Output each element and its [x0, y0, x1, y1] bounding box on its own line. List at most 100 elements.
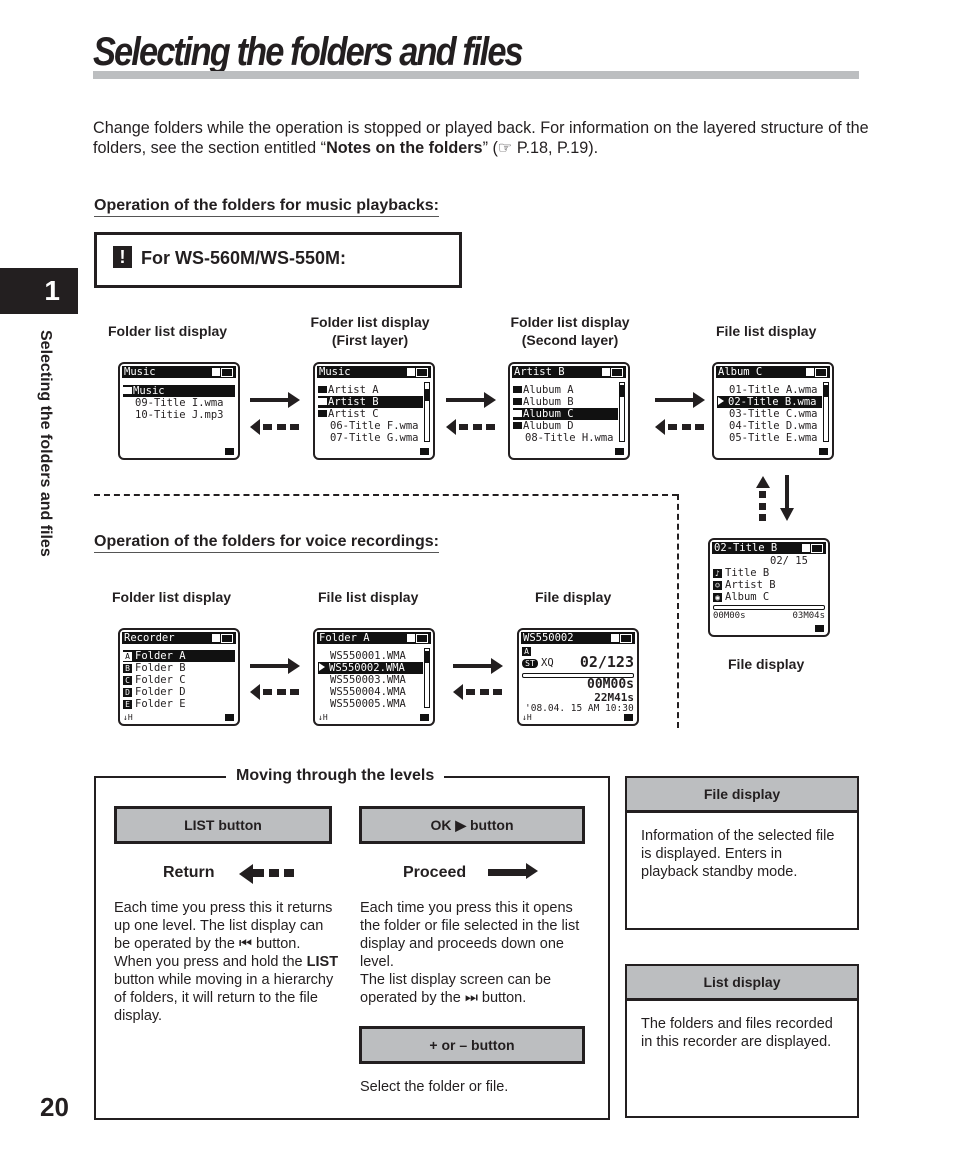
folder-icon [513, 398, 522, 405]
lcd-row[interactable]: 09-Title I.wma [123, 397, 228, 409]
music-note-icon: ♪ [713, 569, 722, 578]
lcd-row[interactable]: WS550004.WMA [318, 686, 423, 698]
caption-voice-file-display: File display [535, 589, 612, 605]
folder-icon [318, 410, 327, 417]
artist-icon: ☺ [713, 581, 722, 590]
lcd-row[interactable]: A Folder A [123, 650, 235, 662]
stop-icon [407, 634, 415, 642]
intro-page-ref: ” (☞ P.18, P.19). [482, 139, 599, 157]
lcd-row[interactable]: D Folder D [123, 686, 228, 698]
folder-icon [318, 386, 327, 393]
folder-status-icon [815, 625, 824, 632]
return-description: Each time you press this it returns up o… [114, 900, 339, 1024]
plus-minus-button-label: + or – button [359, 1026, 585, 1064]
record-quality: XQ [541, 657, 554, 669]
proceed-description: Each time you press this it opens the fo… [360, 900, 580, 1006]
return-arrow-icon [250, 684, 299, 700]
lcd-voice-folder-list: Recorder A Folder A B Folder B C Folder C D… [118, 628, 240, 726]
lcd-row[interactable]: Alubum D [513, 420, 618, 432]
battery-icon [815, 368, 827, 377]
list-display-box: List display The folders and files recor… [625, 964, 859, 1118]
battery-icon [611, 368, 623, 377]
lcd-row[interactable]: WS550002.WMA [318, 662, 423, 674]
lcd-row[interactable]: Artist B [318, 396, 423, 408]
lcd-row[interactable]: 03-Title C.wma [717, 408, 822, 420]
model-note-box: ! For WS-560M/WS-550M: [94, 232, 462, 288]
list-display-box-title: List display [627, 966, 857, 1001]
scrollbar[interactable] [619, 382, 625, 442]
stop-icon [407, 368, 415, 376]
lcd-row[interactable]: Alubum B [513, 396, 618, 408]
down-arrow-icon [785, 475, 789, 510]
lcd-row[interactable]: Alubum A [513, 384, 618, 396]
battery-icon [416, 368, 428, 377]
folder-letter-icon: A [123, 652, 132, 661]
intro-link-notes[interactable]: Notes on the folders [326, 139, 483, 157]
mic-sensitivity-icon: ↓H [123, 713, 133, 722]
battery-icon [221, 368, 233, 377]
lcd-row[interactable]: E Folder E [123, 698, 228, 710]
folder-icon [513, 386, 522, 393]
model-label: For WS-560M/WS-550M: [141, 248, 347, 268]
intro-paragraph: Change folders while the operation is st… [93, 118, 873, 158]
lcd-header-text: 02-Title B [714, 542, 778, 554]
lcd-album-row: ◉ Album C [713, 591, 818, 603]
lcd-row[interactable]: Artist C [318, 408, 423, 420]
lcd-header-text: Recorder [124, 632, 175, 644]
music-section-heading: Operation of the folders for music playb… [94, 197, 439, 217]
return-arrow-icon [239, 864, 295, 884]
lcd-row[interactable]: WS550001.WMA [318, 650, 423, 662]
return-arrow-icon [250, 419, 299, 435]
lcd-row[interactable]: 08-Title H.wma [513, 432, 618, 444]
file-display-box-text: Information of the selected file is disp… [641, 828, 835, 880]
lcd-row[interactable]: C Folder C [123, 674, 228, 686]
lcd-row[interactable]: WS550003.WMA [318, 674, 423, 686]
lcd-row[interactable]: 01-Title A.wma [717, 384, 822, 396]
folder-status-icon [420, 448, 429, 455]
album-icon: ◉ [713, 593, 722, 602]
lcd-title-row: ♪ Title B [713, 567, 818, 579]
scrollbar[interactable] [823, 382, 829, 442]
lcd-row[interactable]: 02-Title B.wma [717, 396, 822, 408]
skip-forward-icon: ⏭ [464, 990, 478, 1006]
folder-letter-icon: D [123, 688, 132, 697]
stop-icon [602, 368, 610, 376]
lcd-row[interactable]: 10-Titie J.mp3 [123, 409, 228, 421]
lcd-row[interactable]: Music [123, 385, 235, 397]
title-underline [93, 71, 859, 79]
lcd-row[interactable]: WS550005.WMA [318, 698, 423, 710]
caption-voice-folder-list: Folder list display [112, 589, 232, 605]
proceed-arrow-icon [488, 863, 538, 879]
record-date: '08.04. 15 AM 10:30 [525, 703, 634, 714]
play-icon [718, 397, 724, 405]
lcd-header-text: WS550002 [523, 632, 574, 644]
return-arrow-icon [453, 684, 502, 700]
lcd-music-second-layer: Artist B Alubum A Alubum B Alubum C Alub… [508, 362, 630, 460]
lcd-music-first-layer: Music Artist A Artist B Artist C 06-Titl… [313, 362, 435, 460]
battery-icon [221, 634, 233, 643]
folder-status-icon [624, 714, 633, 721]
lcd-row[interactable]: Alubum C [513, 408, 618, 420]
list-display-box-text: The folders and files recorded in this r… [641, 1016, 833, 1050]
lcd-row[interactable]: Artist A [318, 384, 423, 396]
folder-icon [318, 398, 327, 405]
lcd-row[interactable]: 04-Title D.wma [717, 420, 822, 432]
lcd-row[interactable]: 06-Title F.wma [318, 420, 423, 432]
lcd-row[interactable]: 07-Title G.wma [318, 432, 423, 444]
lcd-artist-row: ☺ Artist B [713, 579, 818, 591]
battery-icon [416, 634, 428, 643]
warning-icon: ! [113, 246, 132, 268]
lcd-row[interactable]: B Folder B [123, 662, 228, 674]
section-divider [94, 494, 678, 496]
stop-icon [802, 544, 810, 552]
stop-icon [212, 368, 220, 376]
scrollbar[interactable] [424, 648, 430, 708]
return-arrow-icon [446, 419, 495, 435]
lcd-row[interactable]: 05-Title E.wma [717, 432, 822, 444]
scrollbar[interactable] [424, 382, 430, 442]
up-arrow-icon [756, 476, 770, 488]
stop-icon [212, 634, 220, 642]
return-label: Return [163, 864, 215, 881]
ok-button-label: OK ▶ button [359, 806, 585, 844]
mic-sensitivity-icon: ↓H [318, 713, 328, 722]
